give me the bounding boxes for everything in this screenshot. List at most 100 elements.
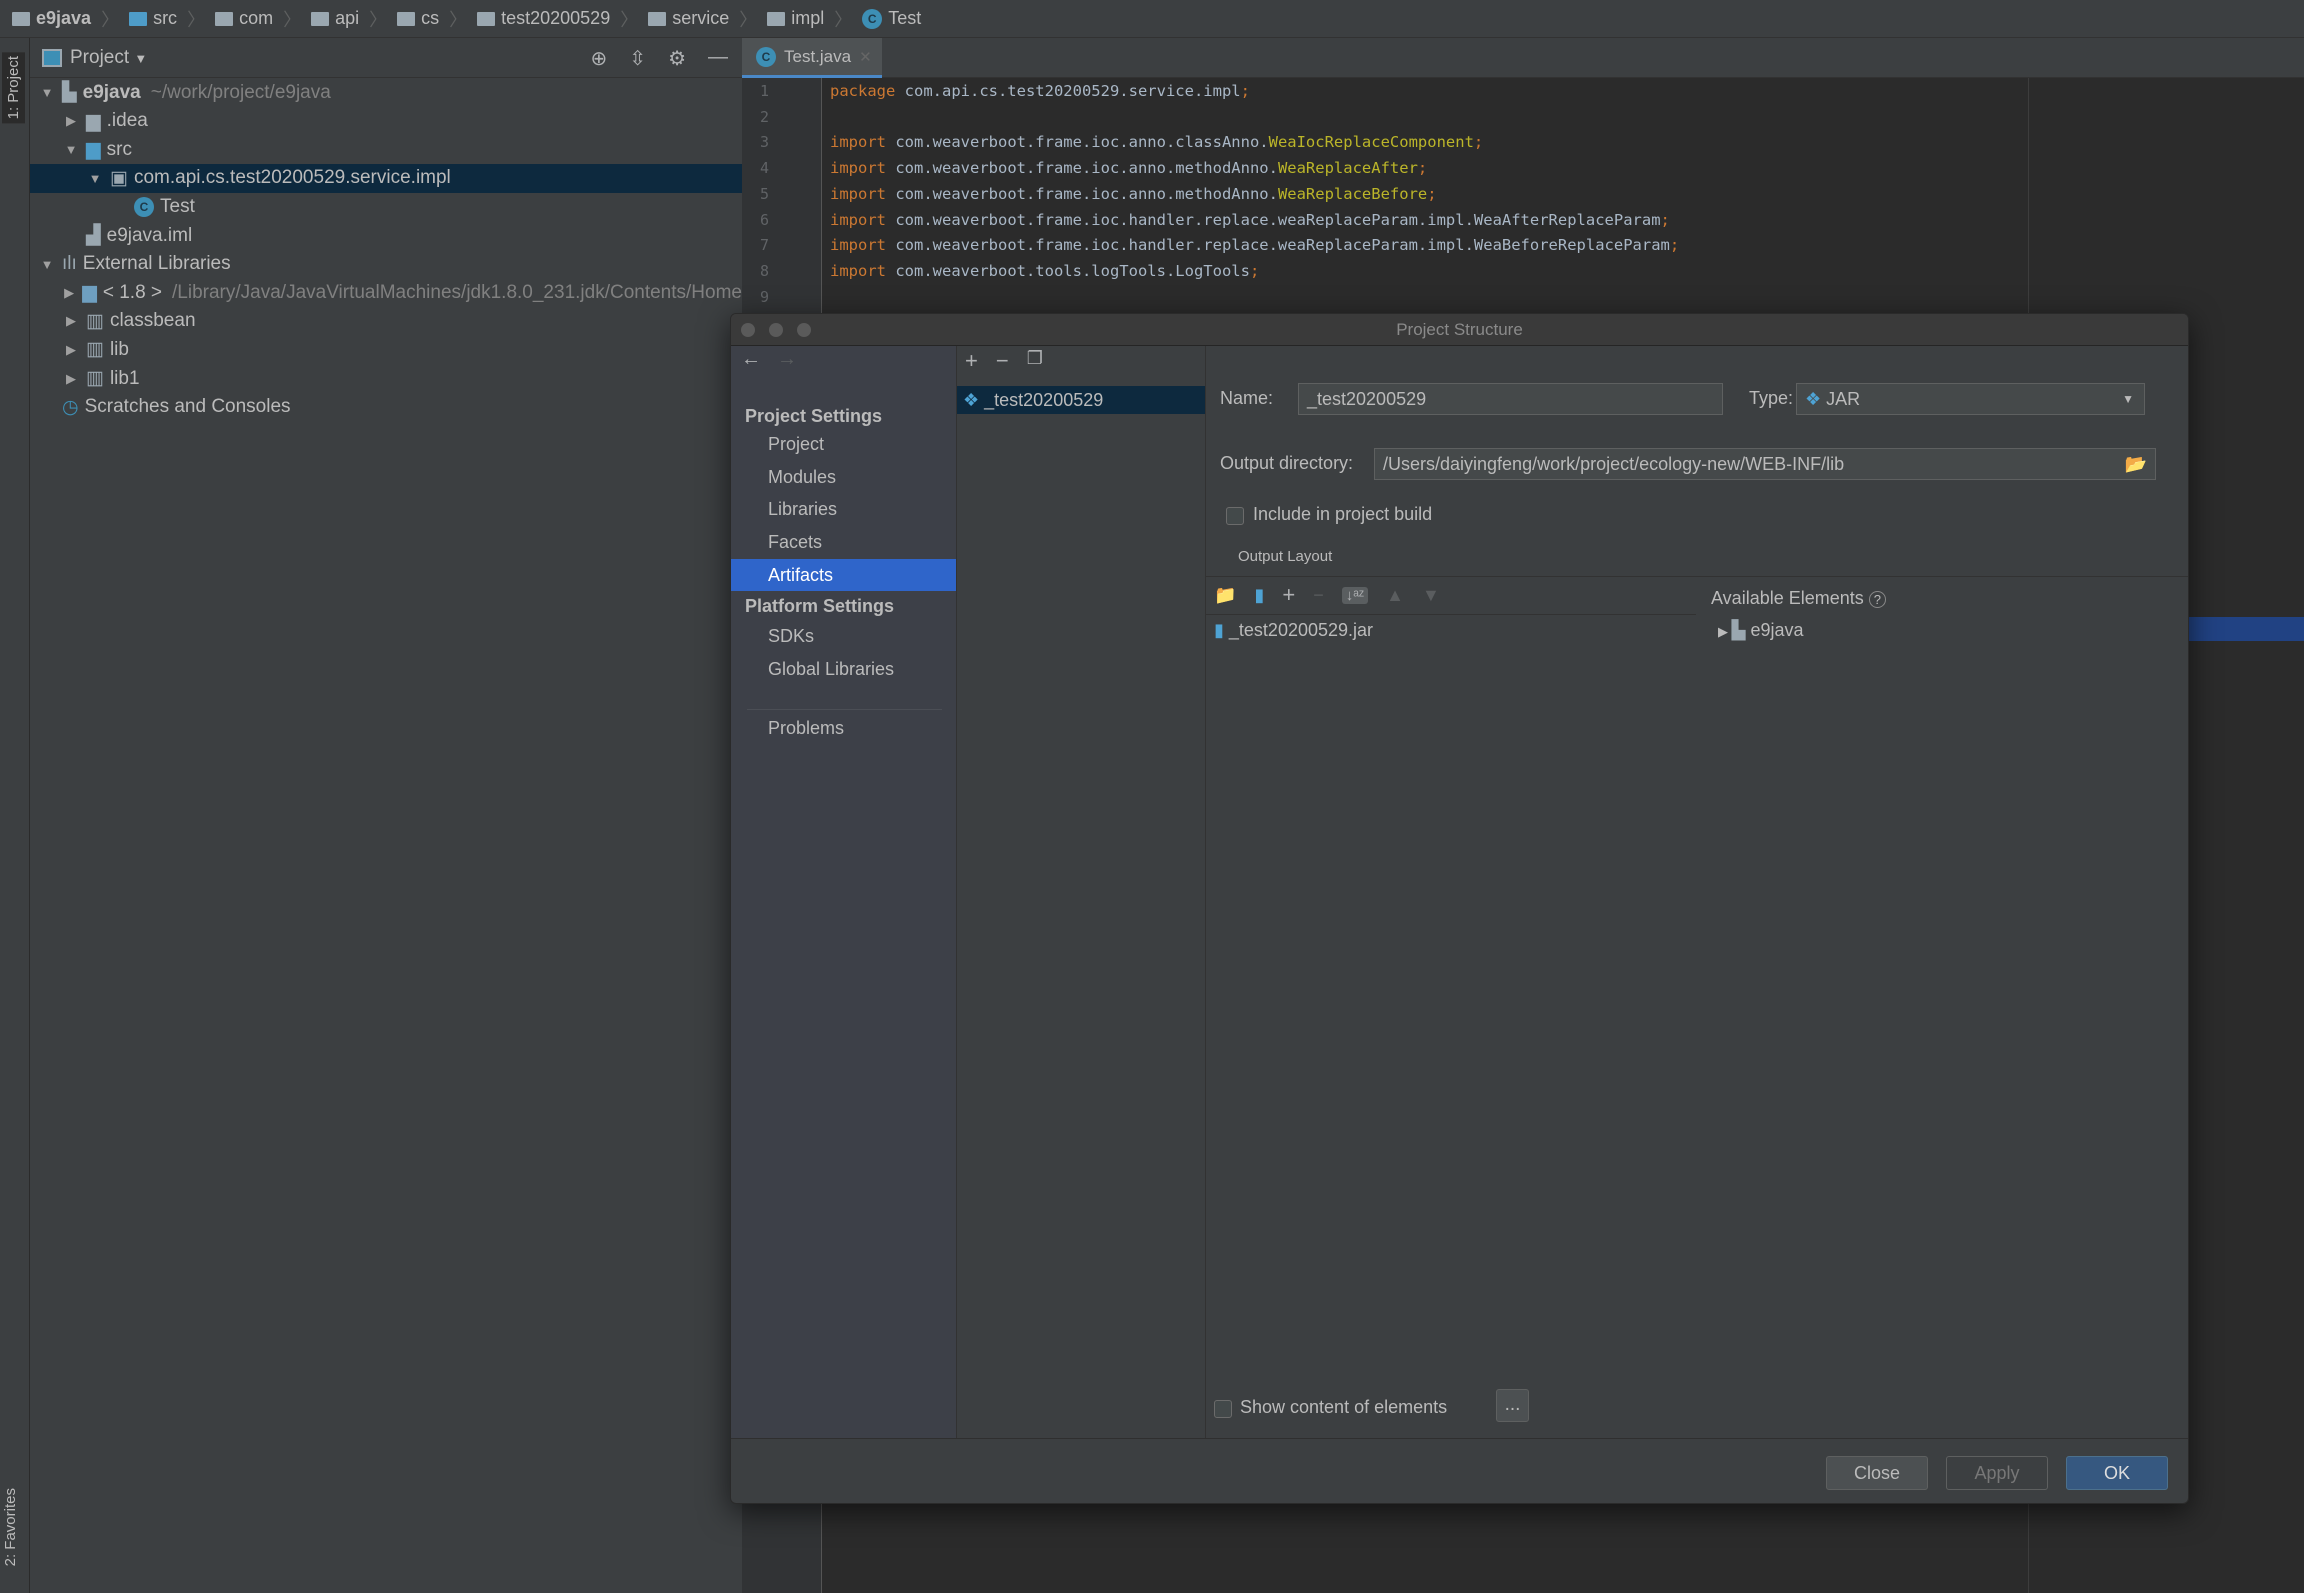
code-line[interactable]: import com.weaverboot.frame.ioc.handler.… [830, 211, 1670, 229]
back-arrow-icon[interactable]: ← [741, 348, 761, 371]
artifact-list-item[interactable]: ❖ _test20200529 [957, 386, 1205, 414]
tree-item[interactable]: ▶ ▆ < 1.8 > /Library/Java/JavaVirtualMachin… [30, 278, 742, 307]
tree-item[interactable]: ▼ ılı External Libraries [30, 250, 742, 279]
nav-artifacts[interactable]: Artifacts [731, 558, 956, 591]
breadcrumb-item[interactable]: src [129, 8, 177, 29]
browse-folder-icon[interactable]: 📂 [2125, 449, 2147, 479]
code-token: WeaReplaceAfter [1277, 159, 1418, 178]
favorites-tool-tab[interactable]: 2: Favorites [2, 1488, 19, 1566]
include-build-checkbox[interactable] [1226, 507, 1244, 525]
breadcrumb: e9java 〉 src 〉 com 〉 api 〉 cs 〉 test20200529 〉 servi… [0, 0, 2304, 38]
code-line[interactable]: import com.weaverboot.frame.ioc.anno.cla… [830, 133, 1483, 151]
tree-item[interactable]: ▼ ▆ src [30, 135, 742, 164]
gear-icon[interactable]: ⚙ [668, 46, 686, 71]
available-element[interactable]: ▶ ▙ e9java [1718, 620, 1804, 641]
add-element-icon[interactable]: + [1282, 582, 1295, 608]
breadcrumb-item[interactable]: com [215, 8, 273, 29]
layout-item[interactable]: ▮ _test20200529.jar [1214, 620, 1373, 641]
sort-icon[interactable]: ↓ᵃᶻ [1341, 586, 1369, 604]
name-label: Name: [1220, 388, 1274, 408]
create-directory-icon[interactable]: 📁 [1214, 585, 1236, 606]
tree-item[interactable]: ▼ ▙ e9java ~/work/project/e9java [30, 78, 742, 107]
code-token: com.weaverboot.frame.ioc.anno.methodAnno… [886, 159, 1278, 178]
close-tab-icon[interactable]: ✕ [859, 48, 872, 66]
code-line[interactable]: import com.weaverboot.frame.ioc.anno.met… [830, 159, 1427, 177]
tree-item[interactable]: ▟ e9java.iml [30, 221, 742, 250]
close-button[interactable]: Close [1826, 1456, 1928, 1490]
dialog-titlebar: Project Structure [731, 314, 2188, 346]
add-artifact-button[interactable]: + [965, 348, 978, 374]
zoom-window-button[interactable] [797, 323, 811, 337]
expand-arrow-icon[interactable]: ▶ [62, 342, 80, 358]
expand-arrow-icon[interactable]: ▶ [62, 313, 80, 329]
type-dropdown[interactable]: ❖ JAR ▼ [1796, 383, 2145, 415]
tree-item[interactable]: ▶ ▥ classbean [30, 307, 742, 336]
tree-item[interactable]: C Test [30, 192, 742, 221]
tab-test-java[interactable]: C Test.java ✕ [742, 38, 882, 78]
nav-modules[interactable]: Modules [731, 461, 956, 493]
name-field[interactable]: _test20200529 [1298, 383, 1723, 415]
more-options-button[interactable]: ... [1496, 1389, 1529, 1422]
tree-item[interactable]: ▶ ▆ .idea [30, 107, 742, 136]
collapse-arrow-icon[interactable]: ▼ [38, 85, 56, 100]
module-folder-icon: ▙ [62, 82, 77, 103]
project-view-selector[interactable]: Project ▼ [70, 47, 147, 69]
project-panel-header: Project ▼ ⊕ ⇳ ⚙ — [30, 38, 742, 78]
create-archive-icon[interactable]: ▮ [1254, 585, 1264, 606]
code-line[interactable]: import com.weaverboot.frame.ioc.anno.met… [830, 185, 1437, 203]
layout-item-label: _test20200529.jar [1228, 620, 1374, 640]
tree-item[interactable]: ▼ ▣ com.api.cs.test20200529.service.impl [30, 163, 742, 193]
nav-libraries[interactable]: Libraries [731, 493, 956, 525]
java-class-icon: C [862, 8, 883, 29]
tree-item[interactable]: ▶ ▥ lib [30, 335, 742, 364]
breadcrumb-item[interactable]: C Test [862, 8, 921, 29]
ok-button[interactable]: OK [2066, 1456, 2168, 1490]
expand-arrow-icon[interactable]: ▶ [62, 371, 80, 387]
code-token: ; [1240, 82, 1250, 100]
collapse-arrow-icon[interactable]: ▼ [38, 257, 56, 272]
breadcrumb-item[interactable]: e9java [12, 8, 91, 29]
iml-file-icon: ▟ [86, 225, 101, 246]
apply-button[interactable]: Apply [1946, 1456, 2048, 1490]
locate-icon[interactable]: ⊕ [591, 46, 608, 71]
project-panel: Project ▼ ⊕ ⇳ ⚙ — ▼ ▙ e9java ~/work/project… [30, 38, 742, 1593]
tree-item[interactable]: ▶ ▥ lib1 [30, 364, 742, 393]
tree-item[interactable]: ◷ Scratches and Consoles [30, 393, 742, 422]
breadcrumb-item[interactable]: api [311, 8, 359, 29]
collapse-all-icon[interactable]: ⇳ [629, 46, 646, 71]
remove-artifact-button[interactable]: − [996, 348, 1009, 374]
output-directory-field[interactable]: /Users/daiyingfeng/work/project/ecology-… [1374, 448, 2156, 480]
tree-item-path: /Library/Java/JavaVirtualMachines/jdk1.8… [172, 281, 742, 303]
show-content-checkbox[interactable] [1214, 1400, 1232, 1418]
nav-project[interactable]: Project [731, 428, 956, 460]
breadcrumb-item[interactable]: cs [397, 8, 439, 29]
expand-arrow-icon[interactable]: ▶ [1718, 624, 1732, 639]
forward-arrow-icon[interactable]: → [777, 348, 797, 371]
move-down-icon[interactable]: ▼ [1422, 585, 1440, 606]
breadcrumb-item[interactable]: test20200529 [477, 8, 610, 29]
nav-problems[interactable]: Problems [731, 712, 956, 744]
nav-facets[interactable]: Facets [731, 526, 956, 558]
nav-sdks[interactable]: SDKs [731, 620, 956, 652]
minimize-icon[interactable]: — [708, 46, 728, 71]
move-up-icon[interactable]: ▲ [1386, 585, 1404, 606]
copy-artifact-button[interactable]: ❐ [1027, 348, 1043, 374]
tree-item-label: < 1.8 > [102, 281, 163, 303]
help-icon[interactable]: ? [1868, 591, 1887, 608]
breadcrumb-item[interactable]: impl [767, 8, 824, 29]
collapse-arrow-icon[interactable]: ▼ [62, 142, 80, 157]
libraries-icon: ılı [62, 253, 77, 275]
remove-element-icon[interactable]: − [1313, 585, 1324, 606]
expand-arrow-icon[interactable]: ▶ [62, 113, 80, 129]
collapse-arrow-icon[interactable]: ▼ [86, 171, 104, 186]
close-window-button[interactable] [741, 323, 755, 337]
code-line[interactable]: package com.api.cs.test20200529.service.… [830, 82, 1250, 100]
nav-global-libraries[interactable]: Global Libraries [731, 653, 956, 685]
code-line[interactable]: import com.weaverboot.tools.logTools.Log… [830, 262, 1259, 280]
breadcrumb-item[interactable]: service [648, 8, 729, 29]
expand-arrow-icon[interactable]: ▶ [62, 285, 76, 301]
project-tool-tab[interactable]: 1: Project [2, 52, 25, 124]
minimize-window-button[interactable] [769, 323, 783, 337]
folder-icon [397, 11, 416, 26]
code-line[interactable]: import com.weaverboot.frame.ioc.handler.… [830, 236, 1679, 254]
